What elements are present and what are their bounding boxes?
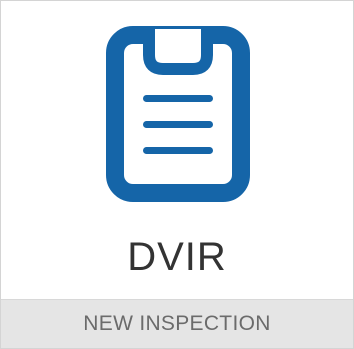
new-inspection-label: NEW INSPECTION (83, 312, 271, 335)
dvir-card[interactable]: DVIR NEW INSPECTION (0, 0, 354, 349)
clipboard-icon (105, 25, 251, 203)
card-title: DVIR (127, 235, 227, 279)
new-inspection-button[interactable]: NEW INSPECTION (1, 299, 353, 348)
